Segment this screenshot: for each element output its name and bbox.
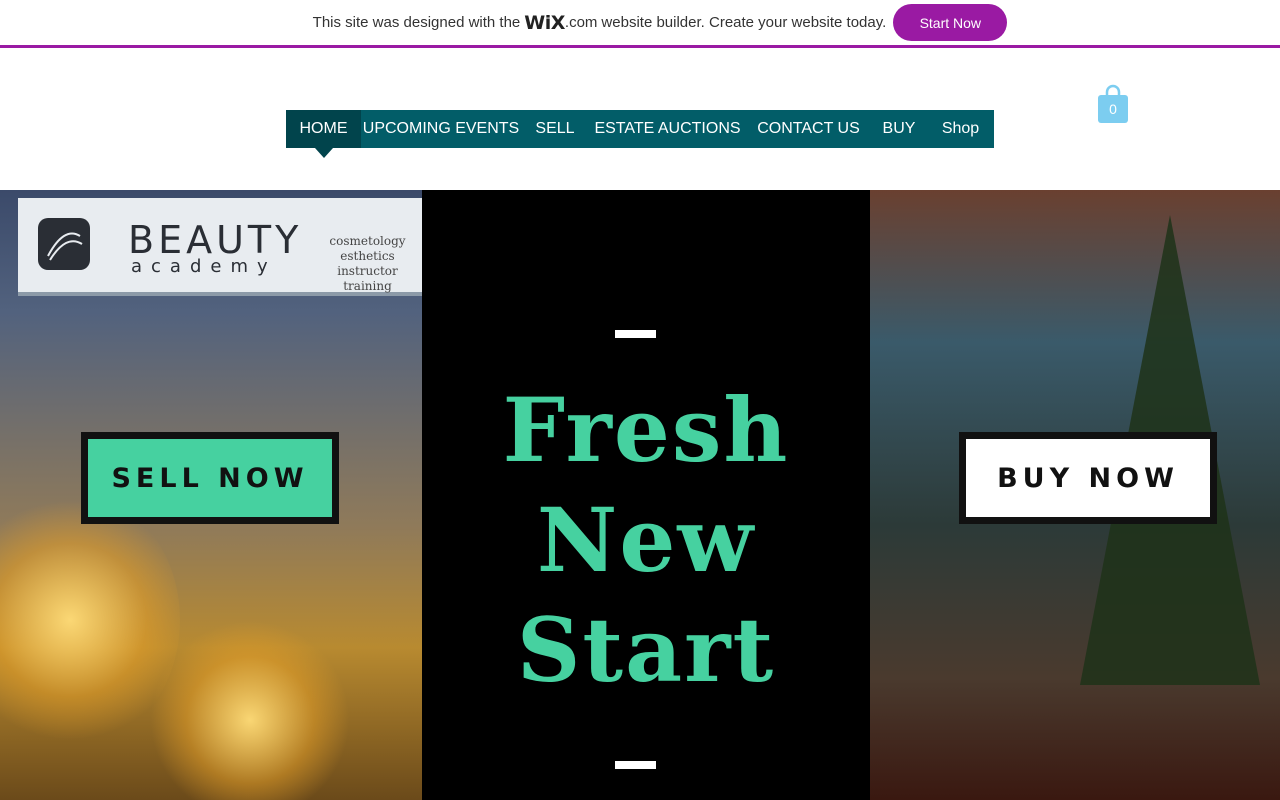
banner-text-before: This site was designed with the xyxy=(312,14,521,31)
cart-button[interactable]: 0 xyxy=(1097,83,1129,125)
sign-service: cosmetology xyxy=(329,234,406,248)
nav-item-buy[interactable]: BUY xyxy=(871,110,927,148)
top-dash xyxy=(615,330,656,338)
main-nav: HOME UPCOMING EVENTS SELL ESTATE AUCTION… xyxy=(286,110,994,158)
headline-line: Start xyxy=(516,598,776,702)
nav-item-home[interactable]: HOME xyxy=(286,110,361,158)
sign-service: esthetics xyxy=(340,249,395,263)
beauty-academy-sign: BEAUTY academy cosmetology esthetics ins… xyxy=(18,198,422,296)
nav-item-sell[interactable]: SELL xyxy=(521,110,589,148)
banner-text-after: website builder. Create your website tod… xyxy=(601,14,887,31)
wix-logo-suffix: .com xyxy=(564,14,598,31)
nav-item-shop[interactable]: Shop xyxy=(927,110,994,148)
sign-service: instructor training xyxy=(337,264,398,293)
headline-line: Fresh xyxy=(502,378,790,482)
site-header: HOME UPCOMING EVENTS SELL ESTATE AUCTION… xyxy=(0,51,1280,190)
hero-headline: Fresh New Start xyxy=(422,375,870,705)
start-now-button[interactable]: Start Now xyxy=(893,4,1008,41)
beauty-logo-icon xyxy=(38,218,90,270)
sign-services: cosmetology esthetics instructor trainin… xyxy=(313,234,422,294)
headline-line: New xyxy=(536,488,756,592)
nav-item-upcoming-events[interactable]: UPCOMING EVENTS xyxy=(361,110,521,148)
buy-now-button[interactable]: BUY NOW xyxy=(959,432,1217,524)
cart-count: 0 xyxy=(1109,101,1117,117)
headline-panel: Fresh New Start xyxy=(422,190,870,800)
buy-panel-image: BUY NOW xyxy=(870,190,1280,800)
hero-section: BEAUTY academy cosmetology esthetics ins… xyxy=(0,190,1280,800)
bottom-dash xyxy=(615,761,656,769)
sign-subtitle: academy xyxy=(131,256,277,277)
wix-banner-text: This site was designed with the WiX .com … xyxy=(313,12,887,34)
ornament-glow xyxy=(150,620,350,800)
nav-item-contact-us[interactable]: CONTACT US xyxy=(746,110,871,148)
sell-now-button[interactable]: SELL NOW xyxy=(81,432,339,524)
nav-item-estate-auctions[interactable]: ESTATE AUCTIONS xyxy=(589,110,746,148)
wix-logo: WiX xyxy=(524,11,565,34)
sell-panel-image: BEAUTY academy cosmetology esthetics ins… xyxy=(0,190,422,800)
wix-promo-banner: This site was designed with the WiX .com … xyxy=(0,0,1280,48)
